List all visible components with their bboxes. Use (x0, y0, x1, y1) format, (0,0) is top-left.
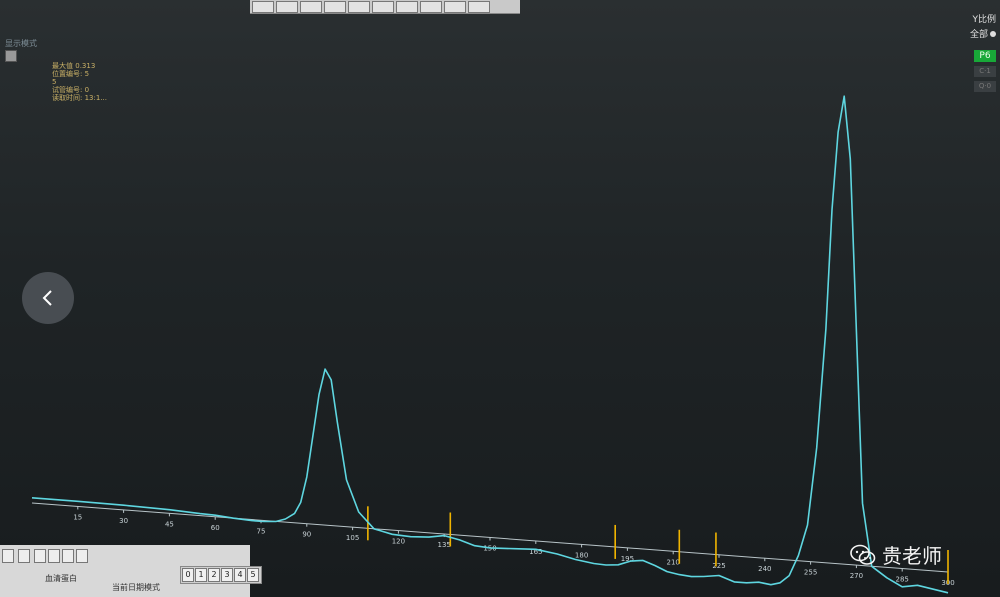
bottom-tool-3[interactable] (34, 549, 46, 563)
x-tick-label: 270 (850, 572, 863, 580)
watermark: 贵老师 (850, 540, 942, 569)
page-tab-3[interactable]: 3 (221, 568, 233, 582)
x-tick-label: 210 (667, 558, 680, 566)
chart-plot: 15 30 45 60 75 90 105 120 135 150 165 180 195 210 225 2… (31, 95, 955, 594)
bottom-tool-1[interactable] (2, 549, 14, 563)
bottom-tool-4[interactable] (48, 549, 60, 563)
x-tick-label: 255 (804, 569, 817, 577)
x-tick-label: 15 (73, 513, 82, 521)
x-tick-label: 225 (712, 562, 725, 570)
page-tabs: 012345 (180, 566, 262, 584)
page-tab-1[interactable]: 1 (195, 568, 207, 582)
x-tick-label: 60 (211, 524, 220, 532)
bottom-label-date-mode: 当前日期模式 (112, 583, 160, 592)
x-tick-label: 135 (438, 541, 451, 549)
watermark-text: 贵老师 (882, 544, 942, 568)
page-tab-4[interactable]: 4 (234, 568, 246, 582)
x-tick-label: 120 (392, 538, 405, 546)
bottom-tool-6[interactable] (76, 549, 88, 563)
page-tab-2[interactable]: 2 (208, 568, 220, 582)
wechat-icon (850, 544, 876, 565)
x-tick-label: 105 (346, 534, 359, 542)
back-button[interactable] (22, 272, 74, 324)
density-trace (31, 95, 949, 594)
page-tab-0[interactable]: 0 (182, 568, 194, 582)
x-tick-label: 75 (257, 527, 266, 535)
x-tick-label: 285 (896, 576, 909, 584)
bottom-tool-2[interactable] (18, 549, 30, 563)
monitor-screen: 显示模式 最大值 0.313 位置编号: 5 5 试管编号: 0 读取时间: 1… (0, 0, 1000, 597)
bottom-tool-5[interactable] (62, 549, 74, 563)
x-tick-label: 30 (119, 517, 128, 525)
page-tab-5[interactable]: 5 (247, 568, 259, 582)
bottom-label-serum: 血清蛋白 (45, 574, 77, 583)
chevron-left-icon (42, 290, 52, 306)
x-tick-label: 180 (575, 551, 588, 559)
x-tick-label: 45 (165, 520, 174, 528)
x-tick-label: 90 (302, 531, 311, 539)
x-tick-label: 240 (758, 565, 771, 573)
